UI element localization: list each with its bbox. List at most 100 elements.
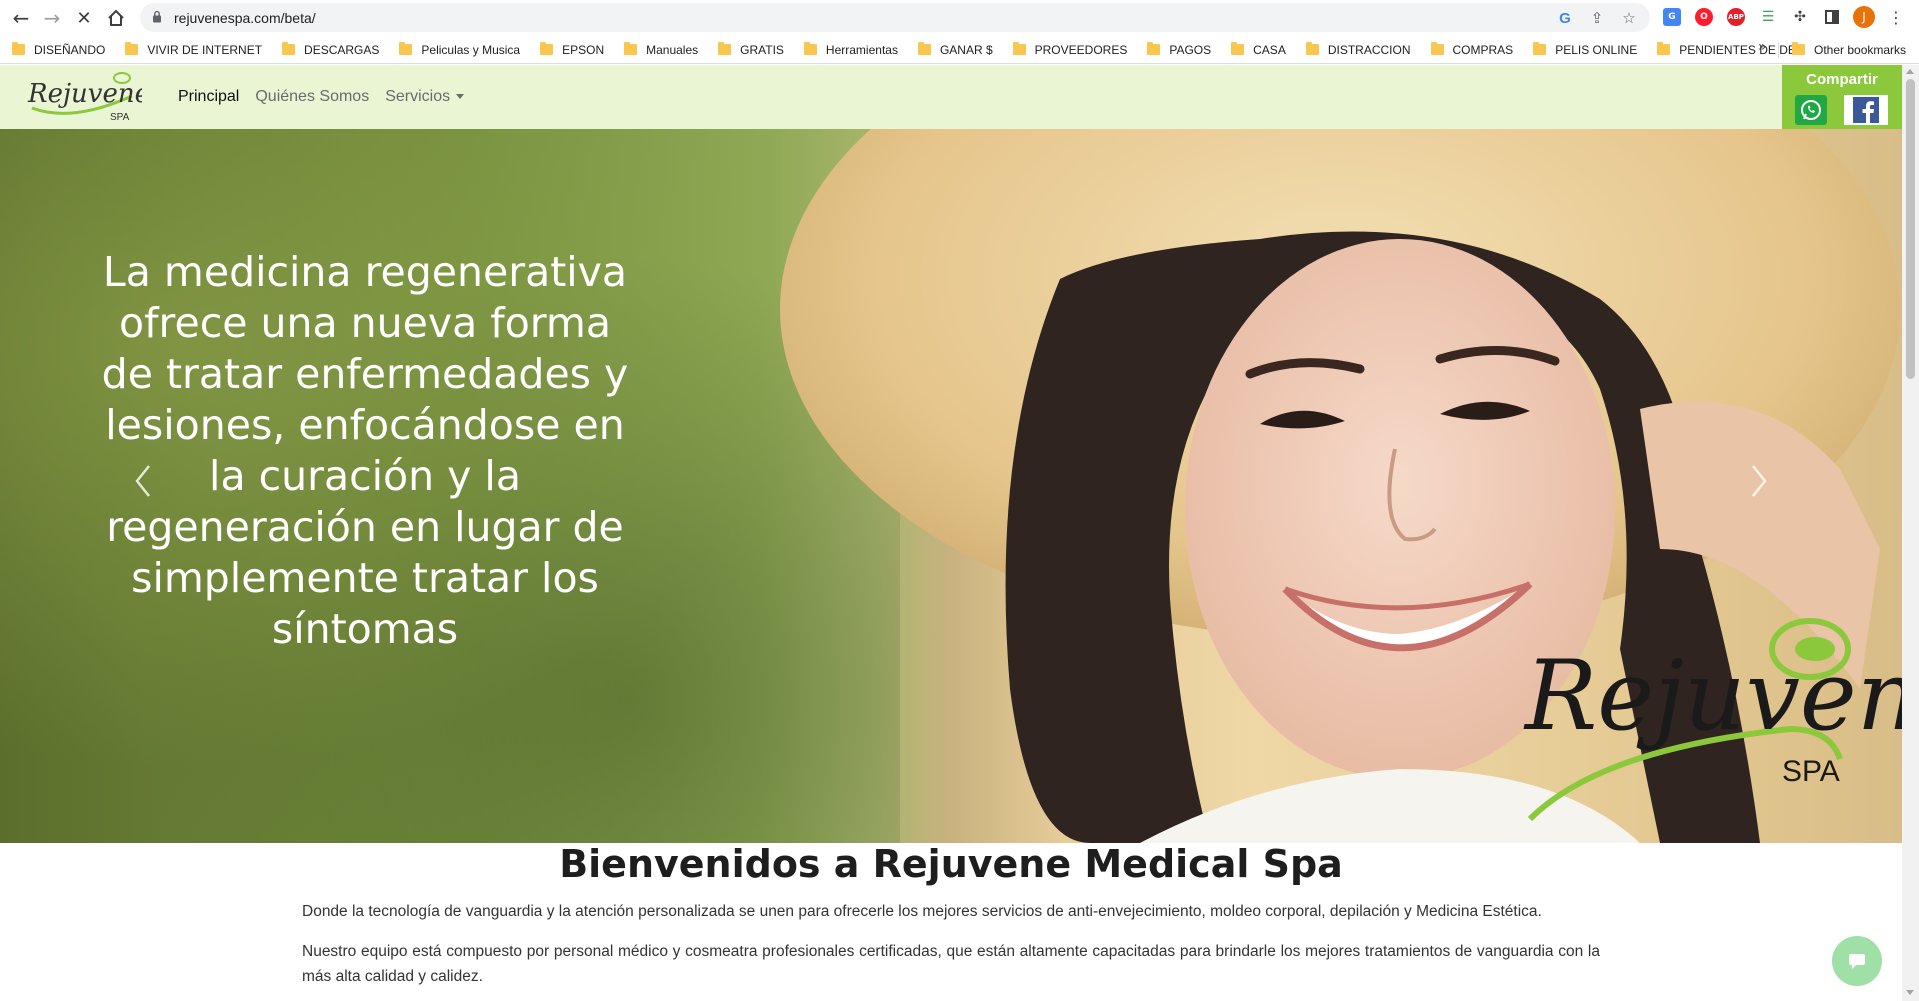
folder-icon xyxy=(12,42,25,55)
google-translate-icon[interactable]: G xyxy=(1660,4,1684,30)
profile-avatar[interactable]: J xyxy=(1852,4,1876,30)
stop-loading-icon[interactable]: ✕ xyxy=(71,5,97,31)
bookmark-label: PELIS ONLINE xyxy=(1555,42,1638,57)
page-scrollbar[interactable] xyxy=(1902,65,1919,1001)
bookmark-star-icon[interactable]: ☆ xyxy=(1618,7,1640,29)
share-icon[interactable]: ⇪ xyxy=(1586,7,1608,29)
bookmark-label: PENDIENTES DE DE... xyxy=(1679,42,1806,57)
facebook-icon xyxy=(1853,97,1879,123)
hero-logo-sub: SPA xyxy=(1782,755,1840,788)
share-panel: Compartir xyxy=(1782,65,1902,129)
chevron-right-icon xyxy=(1752,465,1767,497)
caret-down-icon xyxy=(456,94,465,100)
bookmark-item[interactable]: Manuales xyxy=(624,38,706,62)
bookmark-label: Herramientas xyxy=(825,42,898,57)
bookmark-label: DESCARGAS xyxy=(304,42,380,57)
opera-icon[interactable]: O xyxy=(1692,4,1716,30)
other-bookmarks[interactable]: Other bookmarks xyxy=(1792,35,1906,64)
hero-logo-text: Rejuvene xyxy=(1523,640,1902,752)
lock-icon xyxy=(153,10,161,23)
bookmark-label: DISEÑANDO xyxy=(34,42,106,57)
bookmark-item[interactable]: COMPRAS xyxy=(1430,38,1522,62)
side-panel-icon[interactable] xyxy=(1820,4,1844,30)
bookmark-item[interactable]: PROVEEDORES xyxy=(1012,38,1136,62)
bookmark-item[interactable]: PENDIENTES DE DE... xyxy=(1657,38,1814,62)
bookmark-item[interactable]: DESCARGAS xyxy=(282,38,387,62)
svg-text:SPA: SPA xyxy=(110,112,130,123)
folder-icon xyxy=(399,42,413,55)
facebook-share-button[interactable] xyxy=(1844,95,1888,125)
welcome-paragraph-2: Nuestro equipo está compuesto por person… xyxy=(302,943,1600,985)
folder-icon xyxy=(1657,42,1671,55)
forward-icon[interactable]: → xyxy=(39,5,65,31)
puzzle-extensions-icon[interactable]: ✣ xyxy=(1788,4,1812,30)
bookmark-item[interactable]: GRATIS xyxy=(718,38,792,62)
folder-icon xyxy=(1147,42,1161,55)
address-bar[interactable]: rejuvenespa.com/beta/ G ⇪ ☆ xyxy=(140,3,1650,32)
chevron-left-icon xyxy=(135,465,150,497)
whatsapp-icon xyxy=(1801,100,1821,120)
home-icon[interactable] xyxy=(103,5,129,31)
site-logo[interactable]: Rejuvene SPA xyxy=(22,68,150,126)
bookmark-item[interactable]: DISEÑANDO xyxy=(12,38,113,62)
folder-icon xyxy=(540,42,554,55)
bookmark-item[interactable]: CASA xyxy=(1231,38,1294,62)
folder-icon xyxy=(1792,42,1805,55)
nav-quienes-somos[interactable]: Quiénes Somos xyxy=(255,88,369,106)
folder-icon xyxy=(1533,42,1547,55)
scroll-up-icon[interactable] xyxy=(1906,69,1914,74)
bookmark-item[interactable]: VIVIR DE INTERNET xyxy=(125,38,270,62)
back-icon[interactable]: ← xyxy=(8,5,34,31)
scroll-down-icon[interactable] xyxy=(1906,990,1914,995)
chat-icon xyxy=(1849,954,1865,969)
carousel-next-button[interactable] xyxy=(1744,459,1774,503)
welcome-paragraph-1: Donde la tecnología de vanguardia y la a… xyxy=(302,903,1542,920)
adblock-plus-icon[interactable]: ABP xyxy=(1724,4,1748,30)
share-title: Compartir xyxy=(1806,71,1878,88)
bookmark-item[interactable]: DISTRACCION xyxy=(1305,38,1419,62)
bookmark-label: GANAR $ xyxy=(939,42,993,57)
nav-servicios-label: Servicios xyxy=(385,88,451,105)
folder-icon xyxy=(718,42,732,55)
bookmarks-divider xyxy=(1778,42,1779,58)
folder-icon xyxy=(917,42,931,55)
bookmark-label: COMPRAS xyxy=(1452,42,1514,57)
bookmark-label: PAGOS xyxy=(1169,42,1212,57)
browser-toolbar: ← → ✕ rejuvenespa.com/beta/ G ⇪ ☆ G O AB… xyxy=(0,0,1919,35)
nav-principal[interactable]: Principal xyxy=(178,88,239,106)
menu-kebab-icon[interactable]: ⋮ xyxy=(1884,4,1908,30)
site-navbar: Rejuvene SPA Principal Quiénes Somos Ser… xyxy=(0,65,1902,129)
bookmark-label: EPSON xyxy=(562,42,605,57)
more-bookmarks-icon[interactable]: » xyxy=(1758,39,1767,55)
hero-headline: La medicina regenerativa ofrece una nuev… xyxy=(101,248,629,653)
welcome-title: Bienvenidos a Rejuvene Medical Spa xyxy=(559,842,1343,886)
url-text[interactable]: rejuvenespa.com/beta/ xyxy=(174,10,316,26)
bookmark-item[interactable]: EPSON xyxy=(540,38,612,62)
whatsapp-share-button[interactable] xyxy=(1795,95,1827,125)
equalizer-icon[interactable]: ☰ xyxy=(1756,4,1780,30)
scroll-thumb[interactable] xyxy=(1906,79,1915,379)
folder-icon xyxy=(282,42,296,55)
folder-icon xyxy=(803,42,817,55)
hero-carousel: Rejuvene SPA La medicina regenerativa of… xyxy=(0,129,1902,843)
bookmark-label: DISTRACCION xyxy=(1327,42,1411,57)
bookmark-label: Peliculas y Musica xyxy=(421,42,521,57)
carousel-prev-button[interactable] xyxy=(128,459,158,503)
folder-icon xyxy=(624,42,638,55)
bookmark-label: VIVIR DE INTERNET xyxy=(147,42,263,57)
folder-icon xyxy=(1231,42,1245,55)
chat-button[interactable] xyxy=(1832,936,1882,986)
nav-servicios[interactable]: Servicios xyxy=(385,88,465,106)
google-icon[interactable]: G xyxy=(1554,7,1576,29)
bookmark-item[interactable]: Peliculas y Musica xyxy=(399,38,528,62)
folder-icon xyxy=(1430,42,1444,55)
bookmark-label: CASA xyxy=(1253,42,1286,57)
bookmark-item[interactable]: Herramientas xyxy=(803,38,906,62)
bookmark-label: GRATIS xyxy=(740,42,784,57)
bookmark-item[interactable]: GANAR $ xyxy=(917,38,1001,62)
svg-text:Rejuvene: Rejuvene xyxy=(27,79,142,109)
bookmarks-bar: DISEÑANDO VIVIR DE INTERNET DESCARGAS Pelic… xyxy=(0,35,1919,64)
bookmark-item[interactable]: PELIS ONLINE xyxy=(1533,38,1645,62)
folder-icon xyxy=(1305,42,1319,55)
bookmark-item[interactable]: PAGOS xyxy=(1147,38,1219,62)
